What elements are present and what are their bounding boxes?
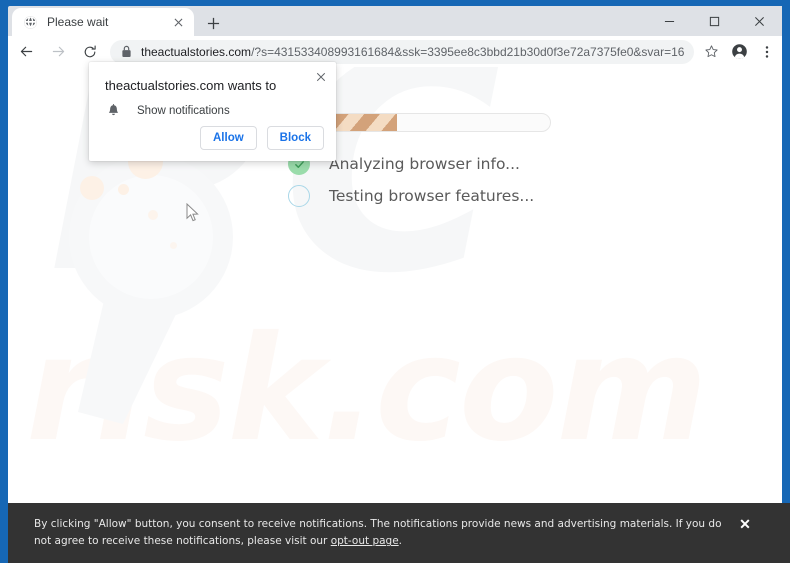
close-window-button[interactable] xyxy=(737,6,782,36)
forward-button[interactable] xyxy=(44,38,72,66)
notification-permission-dialog: theactualstories.com wants to Show notif… xyxy=(89,62,336,161)
magnifier-watermark-icon xyxy=(58,142,288,432)
title-bar: Please wait xyxy=(0,0,790,36)
tab-title: Please wait xyxy=(47,15,109,29)
opt-out-link[interactable]: opt-out page xyxy=(331,535,399,547)
consent-banner: By clicking "Allow" button, you consent … xyxy=(8,503,790,563)
allow-button[interactable]: Allow xyxy=(200,126,257,150)
status-item-testing: Testing browser features... xyxy=(288,185,534,207)
address-path: /?s=431533408993161684&ssk=3395ee8c3bbd2… xyxy=(251,44,684,59)
watermark-risk: risk.com xyxy=(26,305,708,474)
status-pending-icon xyxy=(288,185,310,207)
new-tab-button[interactable] xyxy=(200,12,226,34)
window-controls xyxy=(647,6,782,36)
lock-icon xyxy=(118,44,134,60)
status-item-label: Analyzing browser info... xyxy=(329,155,520,173)
profile-avatar-icon[interactable] xyxy=(726,39,752,65)
block-button[interactable]: Block xyxy=(266,126,324,150)
bookmark-star-icon[interactable] xyxy=(698,39,724,65)
banner-close-icon[interactable]: ✕ xyxy=(736,515,754,533)
browser-tab[interactable]: Please wait xyxy=(12,8,194,36)
dialog-title: theactualstories.com wants to xyxy=(105,78,277,93)
address-bar[interactable]: theactualstories.com/?s=4315334089931616… xyxy=(110,39,694,64)
minimize-button[interactable] xyxy=(647,6,692,36)
tab-close-icon[interactable] xyxy=(170,14,186,30)
dialog-close-icon[interactable] xyxy=(311,67,331,87)
globe-icon xyxy=(22,14,38,30)
dialog-actions: Allow Block xyxy=(200,126,324,150)
mouse-cursor xyxy=(186,202,200,223)
browser-window: Please wait theactualstories.com/?s=4315… xyxy=(0,0,790,563)
maximize-button[interactable] xyxy=(692,6,737,36)
dialog-permission-label: Show notifications xyxy=(137,105,230,117)
consent-banner-text: By clicking "Allow" button, you consent … xyxy=(34,516,734,551)
back-button[interactable] xyxy=(12,38,40,66)
status-item-label: Testing browser features... xyxy=(329,187,535,205)
address-bar-text: theactualstories.com/?s=4315334089931616… xyxy=(141,45,684,59)
address-host: theactualstories.com xyxy=(141,44,252,59)
consent-text-after: . xyxy=(398,535,403,548)
browser-menu-icon[interactable] xyxy=(754,39,780,65)
bell-icon xyxy=(105,103,121,119)
dialog-permission-row: Show notifications xyxy=(105,103,230,119)
